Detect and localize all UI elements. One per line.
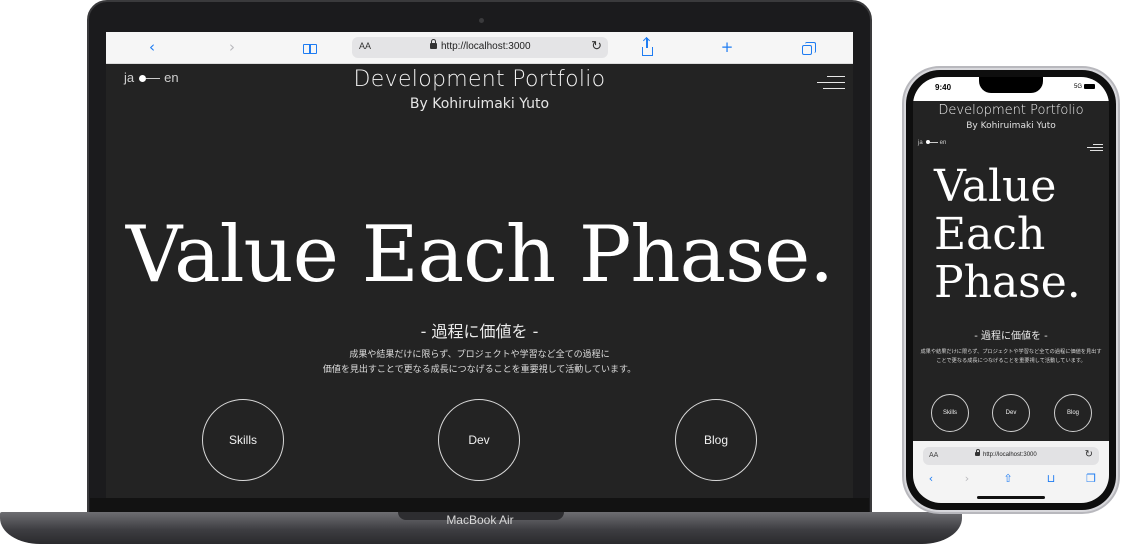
tabs-icon xyxy=(802,42,816,55)
battery-icon xyxy=(1084,84,1095,89)
phone-back-button[interactable]: ‹ xyxy=(923,472,939,485)
chevron-right-icon: › xyxy=(964,472,970,485)
chevron-right-icon: › xyxy=(229,38,235,56)
phone-address-bar[interactable]: AA http://localhost:3000 ↻ xyxy=(923,447,1099,465)
bookmarks-button[interactable] xyxy=(298,37,322,57)
phone-language-toggle[interactable]: ja en xyxy=(918,140,946,146)
phone-nav-blog-label: Blog xyxy=(1066,410,1079,416)
tabs-button[interactable] xyxy=(795,37,819,57)
phone-nav-skills-label: Skills xyxy=(942,410,957,416)
url-value: http://localhost:3000 xyxy=(441,41,531,52)
chevron-left-icon: ‹ xyxy=(149,38,155,56)
phone-site-author: By Kohiruimaki Yuto xyxy=(966,121,1056,131)
phone-hero-line-2: Each xyxy=(934,209,1046,260)
reload-icon[interactable]: ↻ xyxy=(591,38,602,54)
signal-label: 5G xyxy=(1073,84,1082,91)
phone-nav-skills-button[interactable]: Skills xyxy=(931,394,969,432)
phone-lang-ja[interactable]: ja xyxy=(918,140,923,146)
chevron-left-icon: ‹ xyxy=(928,472,934,485)
phone-hamburger-menu-icon[interactable] xyxy=(1087,144,1103,152)
phone-description: 成果や結果だけに限らず、プロジェクトや学習など全ての過程に価値を見出すことで更な… xyxy=(920,349,1102,364)
laptop-screen: ‹ › AA http://localhost:3000 ↻ + ja en De… xyxy=(106,32,853,498)
nav-dev-label: Dev xyxy=(468,433,490,447)
signal-icon: 5G xyxy=(1074,84,1095,90)
lock-icon xyxy=(975,449,980,456)
nav-blog-button[interactable]: Blog xyxy=(675,399,757,481)
dynamic-island xyxy=(979,77,1043,93)
nav-skills-button[interactable]: Skills xyxy=(202,399,284,481)
phone-site-title: Development Portfolio xyxy=(938,103,1084,118)
phone-safari-toolbar: AA http://localhost:3000 ↻ ‹ › ⇧ ⊔ ❐ xyxy=(913,441,1109,503)
text-size-button[interactable]: AA xyxy=(359,41,371,51)
phone-hero-line-1: Value xyxy=(934,161,1057,212)
site-title: Development Portfolio xyxy=(353,67,606,92)
phone-lang-en[interactable]: en xyxy=(940,140,947,146)
book-icon: ⊔ xyxy=(1046,472,1056,485)
toggle-track xyxy=(929,142,938,143)
phone-nav-dev-label: Dev xyxy=(1005,410,1017,416)
nav-dev-button[interactable]: Dev xyxy=(438,399,520,481)
phone-text-size-button[interactable]: AA xyxy=(929,452,938,459)
share-icon: ⇧ xyxy=(1003,472,1013,485)
site-author: By Kohiruimaki Yuto xyxy=(409,96,550,112)
safari-toolbar: ‹ › AA http://localhost:3000 ↻ + xyxy=(106,32,853,64)
device-label: MacBook Air xyxy=(446,513,514,527)
phone-bookmarks-button[interactable]: ⊔ xyxy=(1043,472,1059,485)
reload-icon[interactable]: ↻ xyxy=(1085,449,1093,460)
url-text: http://localhost:3000 xyxy=(430,39,531,52)
phone-screen: 9:40 5G Development Portfolio By Kohirui… xyxy=(913,77,1109,503)
status-time: 9:40 xyxy=(935,83,952,92)
phone-share-button[interactable]: ⇧ xyxy=(1000,472,1016,485)
phone-url-text: http://localhost:3000 xyxy=(975,449,1037,458)
share-button[interactable] xyxy=(635,37,659,57)
phone-hero-heading: Value Each Phase. xyxy=(934,163,1104,307)
back-button[interactable]: ‹ xyxy=(140,37,164,57)
description-line-1: 成果や結果だけに限らず、プロジェクトや学習など全ての過程に xyxy=(349,350,610,360)
description-line-2: 価値を見出すことで更なる成長につなげることを重要視して活動しています。 xyxy=(322,365,637,375)
tabs-icon: ❐ xyxy=(1086,472,1096,485)
camera-icon xyxy=(479,18,484,23)
nav-blog-label: Blog xyxy=(703,433,729,447)
home-indicator xyxy=(977,496,1045,499)
hero-heading: Value Each Phase. xyxy=(125,210,834,300)
phone-nav-dev-button[interactable]: Dev xyxy=(992,394,1030,432)
status-bar: 9:40 5G xyxy=(913,77,1109,101)
phone-nav-blog-button[interactable]: Blog xyxy=(1054,394,1092,432)
address-bar[interactable]: AA http://localhost:3000 ↻ xyxy=(352,37,608,58)
description: 成果や結果だけに限らず、プロジェクトや学習など全ての過程に 価値を見出すことで更… xyxy=(106,348,853,378)
share-icon xyxy=(641,38,653,56)
phone-hero-line-3: Phase. xyxy=(934,257,1081,308)
tagline: - 過程に価値を - xyxy=(420,322,539,341)
phone-tabs-button[interactable]: ❐ xyxy=(1083,472,1099,485)
book-icon xyxy=(303,44,317,54)
new-tab-button[interactable]: + xyxy=(715,37,739,57)
lock-icon xyxy=(430,39,437,49)
phone-url-value: http://localhost:3000 xyxy=(983,452,1037,458)
hamburger-menu-icon[interactable] xyxy=(817,76,845,90)
phone-forward-button[interactable]: › xyxy=(959,472,975,485)
phone-tagline: - 過程に価値を - xyxy=(974,331,1048,342)
forward-button[interactable]: › xyxy=(220,37,244,57)
nav-skills-label: Skills xyxy=(228,433,257,447)
